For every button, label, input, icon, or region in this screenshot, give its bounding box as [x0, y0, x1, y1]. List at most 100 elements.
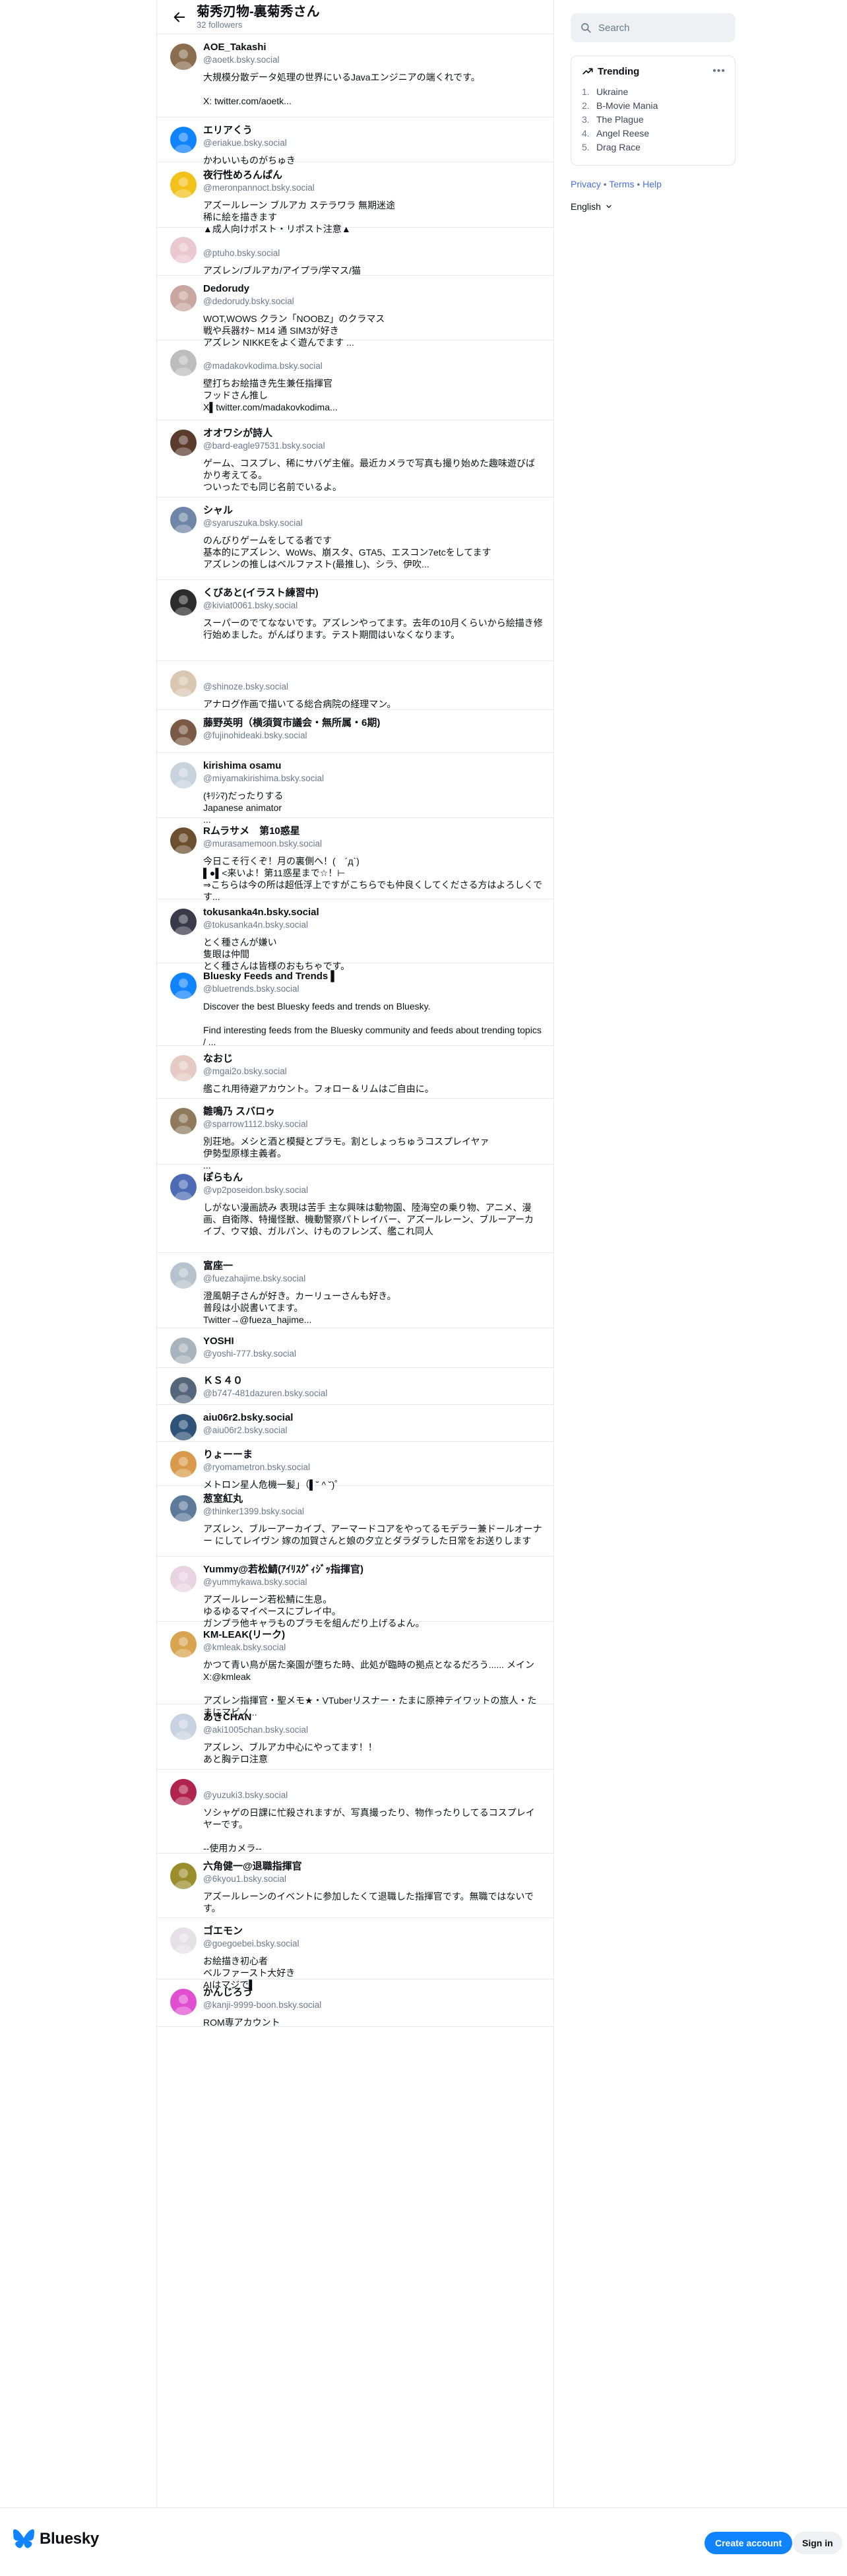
brand[interactable]: Bluesky: [13, 2529, 99, 2548]
follower-row[interactable]: シャル @syaruszuka.bsky.social のんびりゲームをしてる者です…: [157, 498, 553, 580]
follower-row[interactable]: @shinoze.bsky.social アナログ作画で描いてる総合病院の経理マン…: [157, 661, 553, 710]
handle[interactable]: @6kyou1.bsky.social: [203, 1873, 543, 1885]
follower-row[interactable]: @yuzuki3.bsky.social ソシャゲの日課に忙殺されますが、写真撮っ…: [157, 1770, 553, 1853]
handle[interactable]: @tokusanka4n.bsky.social: [203, 919, 543, 931]
handle[interactable]: @kiviat0061.bsky.social: [203, 600, 543, 612]
arrow-left-icon[interactable]: [172, 9, 187, 25]
handle[interactable]: @ptuho.bsky.social: [203, 247, 543, 259]
follower-row[interactable]: 雛鳴乃 スバロゥ @sparrow1112.bsky.social 別荘地。メシと酒…: [157, 1099, 553, 1171]
follower-row[interactable]: くびあと(イラスト練習中) @kiviat0061.bsky.social スーパー…: [157, 580, 553, 661]
handle[interactable]: @fujinohideaki.bsky.social: [203, 730, 543, 742]
handle[interactable]: @syaruszuka.bsky.social: [203, 517, 543, 529]
follower-row[interactable]: aiu06r2.bsky.social @aiu06r2.bsky.social: [157, 1405, 553, 1442]
search-input[interactable]: [598, 22, 717, 34]
handle[interactable]: @aiu06r2.bsky.social: [203, 1425, 543, 1436]
language-select[interactable]: English: [571, 201, 736, 212]
display-name[interactable]: Dedorudy: [203, 282, 543, 296]
handle[interactable]: @aoetk.bsky.social: [203, 54, 543, 66]
avatar[interactable]: [170, 1714, 197, 1740]
follower-row[interactable]: 葱室紅丸 @thinker1399.bsky.social アズレン、ブルーアーカイ…: [157, 1486, 553, 1557]
avatar[interactable]: [170, 1989, 197, 2015]
display-name[interactable]: あきCHAN: [203, 1711, 543, 1724]
avatar[interactable]: [170, 1863, 197, 1889]
follower-row[interactable]: 富座一 @fuezahajime.bsky.social 澄風朝子さんが好き。カーリ…: [157, 1253, 553, 1328]
display-name[interactable]: りょーーま: [203, 1448, 543, 1462]
trending-item[interactable]: 1. Ukraine: [582, 85, 724, 99]
follower-row[interactable]: 藤野英明（横須賀市議会・無所属・6期) @fujinohideaki.bsky.s…: [157, 710, 553, 753]
handle[interactable]: @bard-eagle97531.bsky.social: [203, 440, 543, 452]
avatar[interactable]: [170, 1055, 197, 1081]
display-name[interactable]: ゴエモン: [203, 1925, 543, 1938]
avatar[interactable]: [170, 973, 197, 999]
display-name[interactable]: tokusanka4n.bsky.social: [203, 906, 543, 919]
help-link[interactable]: Help: [643, 179, 662, 189]
avatar[interactable]: [170, 507, 197, 533]
handle[interactable]: @ryomametron.bsky.social: [203, 1462, 543, 1473]
trending-item[interactable]: 3. The Plague: [582, 113, 724, 127]
terms-link[interactable]: Terms: [609, 179, 634, 189]
follower-row[interactable]: @ptuho.bsky.social アズレン/ブルアカ/アイプラ/学マス/猫: [157, 228, 553, 276]
display-name[interactable]: [203, 1776, 543, 1789]
avatar[interactable]: [170, 827, 197, 854]
avatar[interactable]: [170, 44, 197, 70]
avatar[interactable]: [170, 670, 197, 697]
handle[interactable]: @madakovkodima.bsky.social: [203, 360, 543, 372]
create-account-button[interactable]: Create account: [705, 2532, 793, 2554]
handle[interactable]: @bluetrends.bsky.social: [203, 983, 543, 995]
more-horizontal-icon[interactable]: •••: [712, 65, 726, 77]
search-box[interactable]: [571, 13, 736, 42]
avatar[interactable]: [170, 1414, 197, 1440]
sign-in-button[interactable]: Sign in: [793, 2532, 842, 2554]
avatar[interactable]: [170, 1927, 197, 1954]
display-name[interactable]: ＫＳ４０: [203, 1374, 543, 1388]
follower-row[interactable]: ゴエモン @goegoebei.bsky.social お絵描き初心者 ベルファース…: [157, 1918, 553, 1990]
privacy-link[interactable]: Privacy: [571, 179, 601, 189]
handle[interactable]: @yoshi-777.bsky.social: [203, 1348, 543, 1360]
follower-row[interactable]: エリアくう @eriakue.bsky.social かわいいものがちゅき: [157, 117, 553, 166]
display-name[interactable]: かんじろう: [203, 1986, 543, 1999]
display-name[interactable]: 葱室紅丸: [203, 1493, 543, 1506]
avatar[interactable]: [170, 1262, 197, 1289]
display-name[interactable]: Yummy@若松鯖(ｱｲﾘｽｸﾞｨｼﾞｯ指揮官): [203, 1563, 543, 1576]
display-name[interactable]: なおじ: [203, 1052, 543, 1066]
handle[interactable]: @aki1005chan.bsky.social: [203, 1724, 543, 1736]
avatar[interactable]: [170, 350, 197, 376]
follower-row[interactable]: Bluesky Feeds and Trends ▌ @bluetrends.bs…: [157, 963, 553, 1047]
display-name[interactable]: 六角健一@退職指揮官: [203, 1860, 543, 1873]
avatar[interactable]: [170, 1495, 197, 1522]
follower-row[interactable]: Rムラサメ 第10惑星 @murasamemoon.bsky.social 今日こそ…: [157, 818, 553, 902]
display-name[interactable]: YOSHI: [203, 1335, 543, 1348]
handle[interactable]: @kanji-9999-boon.bsky.social: [203, 1999, 543, 2011]
display-name[interactable]: 夜行性めろんぱん: [203, 169, 543, 182]
handle[interactable]: @goegoebei.bsky.social: [203, 1938, 543, 1950]
display-name[interactable]: aiu06r2.bsky.social: [203, 1411, 543, 1425]
display-name[interactable]: エリアくう: [203, 124, 543, 137]
display-name[interactable]: [203, 234, 543, 247]
avatar[interactable]: [170, 762, 197, 789]
handle[interactable]: @dedorudy.bsky.social: [203, 296, 543, 307]
trending-item[interactable]: 4. Angel Reese: [582, 127, 724, 141]
handle[interactable]: @miyamakirishima.bsky.social: [203, 773, 543, 785]
handle[interactable]: @mgai2o.bsky.social: [203, 1066, 543, 1078]
avatar[interactable]: [170, 285, 197, 311]
avatar[interactable]: [170, 1779, 197, 1805]
handle[interactable]: @fuezahajime.bsky.social: [203, 1273, 543, 1285]
follower-row[interactable]: 夜行性めろんぱん @meronpannoct.bsky.social アズールレーン…: [157, 162, 553, 234]
handle[interactable]: @vp2poseidon.bsky.social: [203, 1184, 543, 1196]
display-name[interactable]: 藤野英明（横須賀市議会・無所属・6期): [203, 717, 543, 730]
display-name[interactable]: オオワシが詩人: [203, 427, 543, 440]
avatar[interactable]: [170, 909, 197, 935]
display-name[interactable]: ぽらもん: [203, 1171, 543, 1184]
follower-row[interactable]: Yummy@若松鯖(ｱｲﾘｽｸﾞｨｼﾞｯ指揮官) @yummykawa.bsky.…: [157, 1557, 553, 1628]
follower-row[interactable]: なおじ @mgai2o.bsky.social 艦これ用待避アカウント。フォロー＆リ…: [157, 1046, 553, 1099]
avatar[interactable]: [170, 1377, 197, 1403]
trending-item[interactable]: 5. Drag Race: [582, 141, 724, 154]
follower-row[interactable]: KM-LEAK(リーク) @kmleak.bsky.social かつて青い鳥が居た…: [157, 1622, 553, 1718]
avatar[interactable]: [170, 1631, 197, 1658]
display-name[interactable]: AOE_Takashi: [203, 41, 543, 54]
follower-row[interactable]: tokusanka4n.bsky.social @tokusanka4n.bsky…: [157, 899, 553, 971]
follower-row[interactable]: YOSHI @yoshi-777.bsky.social: [157, 1328, 553, 1368]
display-name[interactable]: くびあと(イラスト練習中): [203, 587, 543, 600]
follower-row[interactable]: Dedorudy @dedorudy.bsky.social WOT,WOWS クラ…: [157, 276, 553, 348]
follower-row[interactable]: AOE_Takashi @aoetk.bsky.social 大規模分散データ処理の…: [157, 34, 553, 117]
